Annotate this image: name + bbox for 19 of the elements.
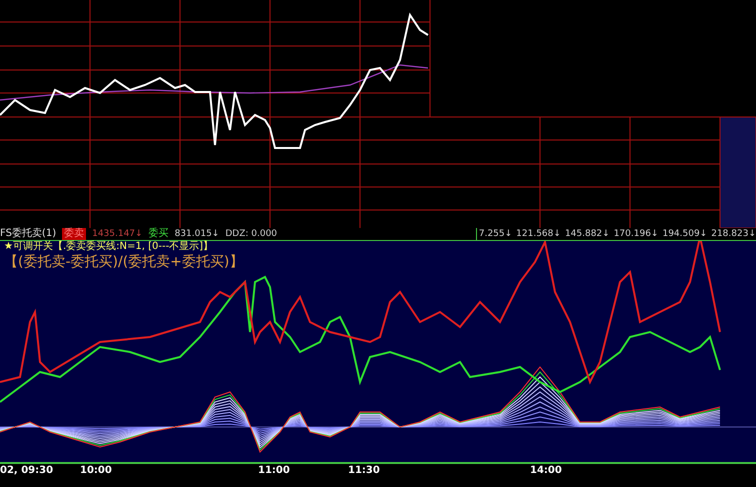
buy-value: 831.015↓ [174,228,220,240]
sell-label: 委卖 [62,228,86,240]
scale-value: 194.509↓ [662,228,708,240]
time-label: 02, 09:30 [0,465,54,476]
scale-value: 7.255↓ [478,228,512,240]
time-label: 10:00 [80,465,112,476]
indicator-formula: 【(委托卖-委托买)/(委托卖+委托买)】 [4,253,244,271]
scale-value: 121.568↓ [516,228,561,240]
scale-value: 170.196↓ [614,228,658,240]
sell-value: 1435.147↓ [92,228,143,240]
time-label: 14:00 [530,465,562,476]
scale-value: 218.823↓ [711,228,756,240]
indicator-settings: ★可调开关【.委卖委买线:N=1, [0---不显示]】 [4,241,214,253]
scale-value: 145.882↓ [564,228,610,240]
buy-label: 委买 [148,228,169,240]
time-label: 11:30 [348,465,380,476]
ddz-value: DDZ: 0.000 [225,228,278,240]
time-label: 11:00 [258,465,290,476]
indicator-title: FS委托卖(1) [0,228,56,240]
